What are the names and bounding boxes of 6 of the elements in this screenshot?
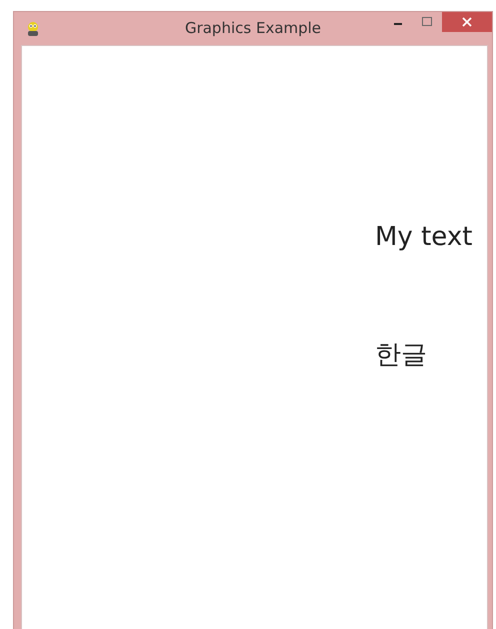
- close-button[interactable]: [442, 12, 492, 32]
- maximize-icon: [420, 17, 432, 27]
- window-title: Graphics Example: [184, 19, 322, 37]
- canvas-text: My text: [375, 221, 472, 253]
- close-icon: [462, 17, 472, 27]
- canvas-text: 한글: [375, 339, 427, 371]
